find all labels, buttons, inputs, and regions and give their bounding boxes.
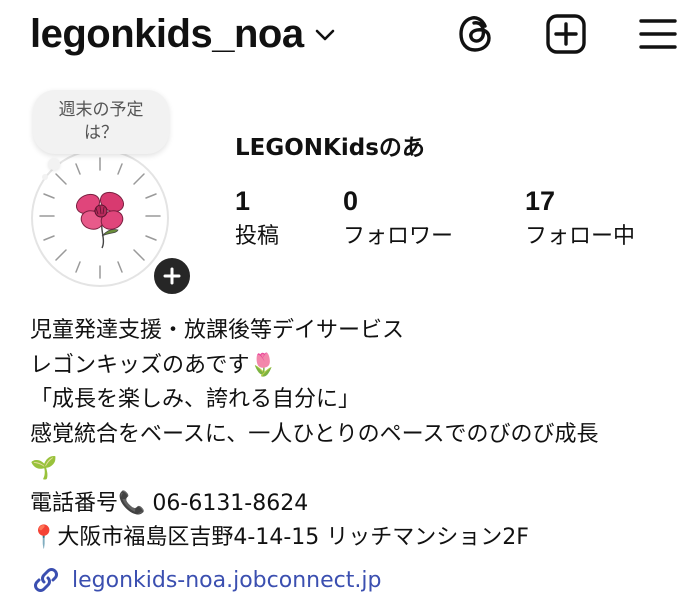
link-icon: [34, 568, 58, 592]
note-bubble-tail: [48, 158, 60, 170]
add-story-button[interactable]: [150, 254, 194, 298]
username: legonkids_noa: [30, 11, 304, 56]
note-text-line2: は？: [84, 123, 118, 143]
posts-count[interactable]: 1 投稿: [235, 186, 279, 252]
chevron-down-icon: [314, 27, 336, 46]
following-count-value: 17: [525, 186, 556, 216]
top-bar: legonkids_noa: [0, 0, 700, 80]
bio-line: レゴンキッズのあです🌷: [30, 352, 277, 378]
bio-line: 感覚統合をベースに、一人ひとりのペースでのびのび成長: [30, 421, 599, 447]
followers-count[interactable]: 0 フォロワー: [343, 186, 453, 252]
following-count[interactable]: 17 フォロー中: [525, 186, 635, 252]
note-bubble[interactable]: 週末の予定 は？: [33, 90, 169, 154]
create-icon[interactable]: [544, 12, 588, 56]
bio-phone[interactable]: 電話番号📞 06-6131-8624: [30, 487, 598, 522]
website-link-text[interactable]: legonkids-noa.jobconnect.jp: [72, 568, 381, 593]
plus-icon: [163, 267, 181, 285]
menu-icon[interactable]: [636, 12, 680, 56]
bio: 児童発達支援・放課後等デイサービス レゴンキッズのあです🌷 「成長を楽しみ、誇れ…: [30, 314, 598, 556]
followers-count-value: 0: [343, 186, 359, 216]
note-bubble-tail-small: [42, 174, 48, 180]
display-name: LEGONKidsのあ: [235, 135, 425, 161]
note-text-line1: 週末の予定: [58, 100, 144, 120]
threads-icon[interactable]: [454, 12, 498, 56]
following-count-label: フォロー中: [525, 224, 636, 249]
bio-line: 「成長を楽しみ、誇れる自分に」: [30, 387, 361, 412]
bio-line: 児童発達支援・放課後等デイサービス: [30, 318, 405, 343]
followers-count-label: フォロワー: [343, 224, 454, 249]
account-switcher[interactable]: legonkids_noa: [30, 8, 336, 60]
posts-count-label: 投稿: [235, 224, 280, 249]
website-link[interactable]: legonkids-noa.jobconnect.jp: [30, 562, 381, 598]
bio-address: 📍大阪市福島区吉野4-14-15 リッチマンション2F: [30, 525, 529, 550]
posts-count-value: 1: [235, 186, 251, 216]
bio-line: 🌱: [30, 456, 58, 481]
